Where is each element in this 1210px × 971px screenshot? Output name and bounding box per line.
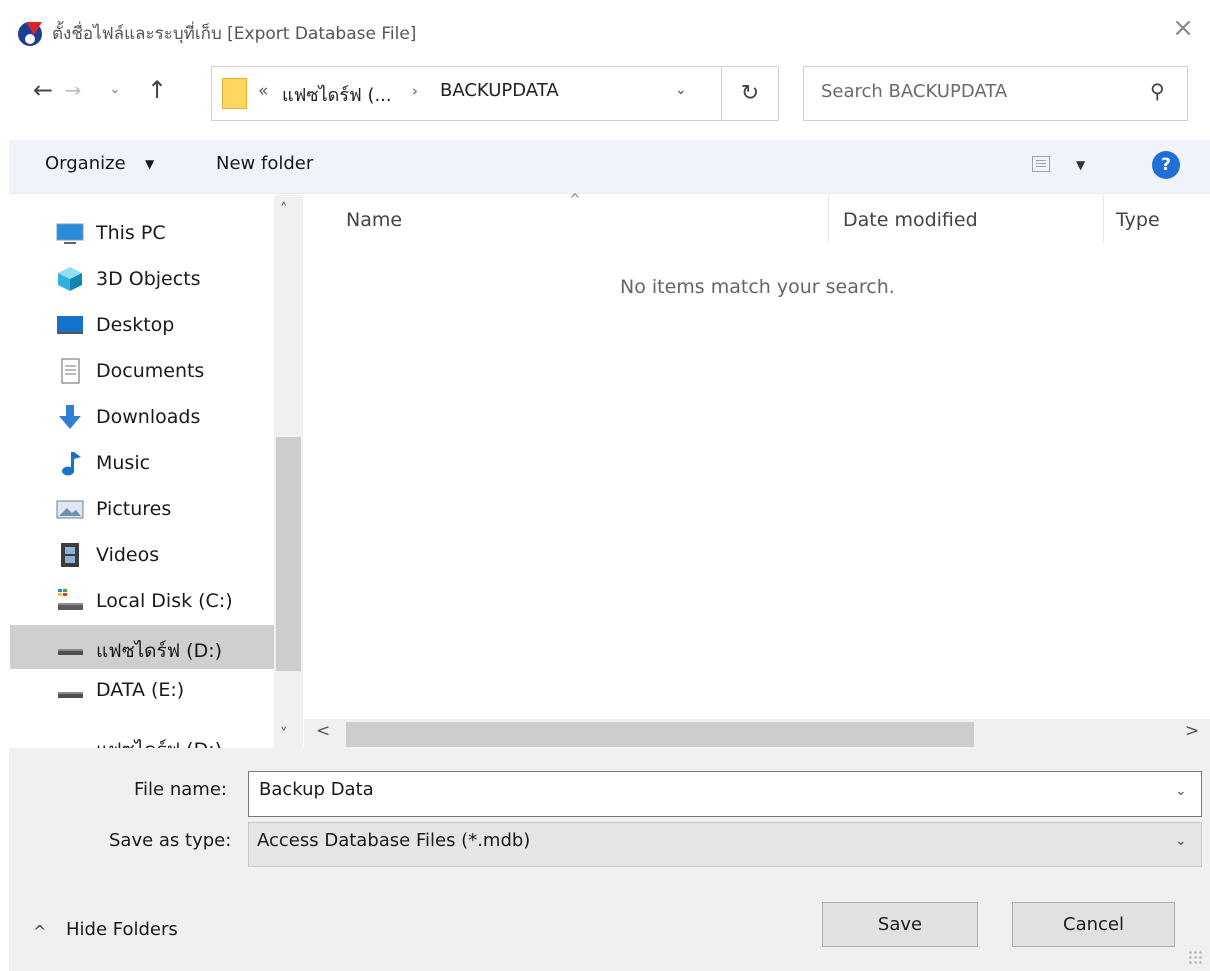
nav-label-videos: Videos — [96, 544, 160, 566]
nav-label-documents: Documents — [96, 360, 205, 382]
nav-label-this-pc: This PC — [96, 222, 166, 244]
chevron-up-icon[interactable]: ^ — [33, 922, 46, 941]
nav-label-data-e: DATA (E:) — [96, 679, 185, 701]
nav-label-music: Music — [96, 452, 151, 474]
column-header-date-modified[interactable]: Date modified — [843, 209, 978, 231]
drive-icon — [58, 589, 83, 610]
nav-label-local-disk-c: Local Disk (C:) — [96, 590, 233, 612]
film-icon — [61, 543, 79, 567]
nav-label-downloads: Downloads — [96, 406, 201, 428]
computer-icon — [56, 223, 84, 244]
breadcrumb-separator-icon[interactable]: › — [412, 82, 418, 100]
nav-label-desktop: Desktop — [96, 314, 175, 336]
view-options-icon[interactable] — [1032, 156, 1050, 172]
save-type-value[interactable]: Access Database Files (*.mdb) — [257, 830, 530, 851]
column-divider[interactable] — [1103, 195, 1104, 242]
sort-ascending-icon: ^ — [569, 192, 581, 208]
resize-grip-icon[interactable] — [1188, 950, 1204, 966]
save-type-label: Save as type: — [109, 830, 232, 851]
file-name-label: File name: — [134, 779, 227, 800]
help-icon[interactable]: ? — [1152, 151, 1180, 179]
app-logo-icon — [18, 22, 42, 46]
file-name-field[interactable] — [248, 771, 1202, 817]
recent-locations-chevron-icon[interactable]: ⌄ — [101, 73, 129, 107]
nav-label-drive-d: แฟซไดร์ฟ (D:) — [96, 640, 223, 662]
cancel-button[interactable]: Cancel — [1012, 902, 1175, 947]
save-button[interactable]: Save — [822, 902, 978, 947]
view-caret-icon[interactable]: ▼ — [1076, 158, 1085, 172]
column-divider[interactable] — [828, 195, 829, 242]
picture-icon — [56, 500, 84, 519]
search-placeholder: Search BACKUPDATA — [821, 81, 1008, 102]
cube-icon — [58, 267, 82, 291]
scroll-left-icon[interactable]: < — [316, 721, 330, 741]
nav-scrollbar-thumb[interactable] — [276, 437, 301, 671]
breadcrumb-current-folder[interactable]: BACKUPDATA — [440, 80, 559, 101]
empty-state-message: No items match your search. — [620, 276, 895, 298]
new-folder-button[interactable]: New folder — [216, 153, 313, 174]
breadcrumb-drive[interactable]: แฟซไดร์ฟ (... — [282, 80, 392, 109]
command-bar — [9, 140, 1210, 194]
organize-button[interactable]: Organize — [45, 153, 126, 174]
window-title: ตั้งชื่อไฟล์และระบุที่เก็บ [Export Datab… — [52, 24, 417, 44]
address-dropdown-icon[interactable]: ⌄ — [675, 82, 687, 98]
column-header-name[interactable]: Name — [346, 209, 402, 231]
download-arrow-icon — [59, 405, 81, 429]
nav-label-drive-d-clipped: แฟซไดร์ฟ (D:) — [96, 735, 222, 748]
nav-label-pictures: Pictures — [96, 498, 172, 520]
search-icon[interactable]: ⚲ — [1150, 79, 1165, 103]
music-note-icon — [62, 452, 81, 476]
drive-icon — [58, 649, 83, 655]
column-header-type[interactable]: Type — [1116, 209, 1160, 231]
caret-down-icon[interactable]: ▼ — [145, 157, 154, 171]
refresh-icon[interactable]: ↻ — [722, 66, 779, 121]
document-icon — [61, 358, 80, 384]
desktop-icon — [57, 316, 83, 334]
file-name-dropdown-icon[interactable]: ⌄ — [1175, 783, 1187, 799]
up-arrow-icon[interactable]: ↑ — [143, 73, 171, 107]
nav-label-3d-objects: 3D Objects — [96, 268, 201, 290]
back-arrow-icon[interactable]: ← — [29, 73, 57, 107]
path-overflow-icon[interactable]: « — [258, 81, 268, 101]
hide-folders-button[interactable]: Hide Folders — [66, 919, 178, 940]
scroll-down-icon[interactable]: ˅ — [280, 725, 288, 743]
drive-icon — [58, 692, 83, 698]
scroll-right-icon[interactable]: > — [1185, 721, 1199, 741]
folder-icon — [222, 78, 247, 109]
file-name-value[interactable]: Backup Data — [259, 779, 374, 800]
save-type-dropdown-icon[interactable]: ⌄ — [1175, 833, 1187, 849]
close-icon[interactable]: × — [1165, 10, 1201, 46]
file-list-scrollbar-thumb[interactable] — [346, 722, 974, 747]
forward-arrow-icon[interactable]: → — [59, 73, 87, 107]
nav-item-drive-d-clipped[interactable]: แฟซไดร์ฟ (D:) — [10, 720, 274, 748]
scroll-up-icon[interactable]: ˄ — [280, 200, 288, 218]
